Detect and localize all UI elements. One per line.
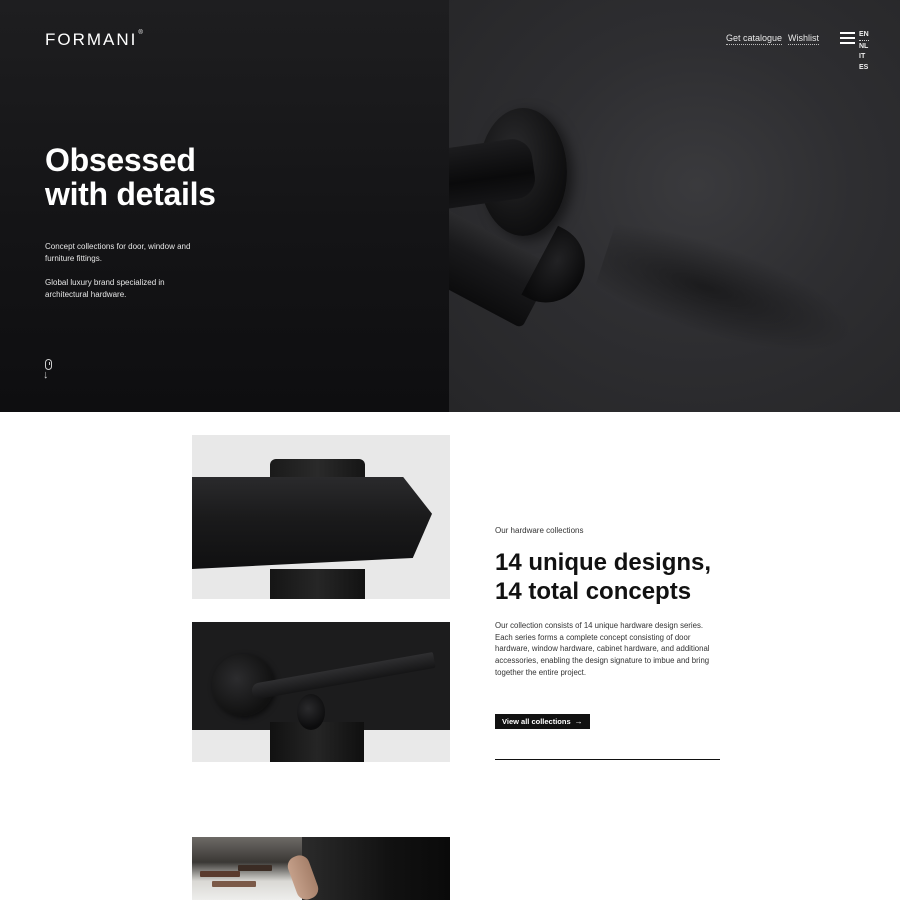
lang-nl[interactable]: NL	[859, 42, 869, 52]
section-title-line1: 14 unique designs,	[495, 549, 712, 576]
lang-it[interactable]: IT	[859, 52, 869, 62]
hero-section: FORMANI® Get catalogue Wishlist EN NL IT…	[0, 0, 900, 412]
arrow-right-icon: →	[574, 717, 583, 726]
language-switcher: EN NL IT ES	[859, 30, 869, 72]
hero-image-door-handle	[449, 0, 900, 412]
hero-title: Obsessed with details	[45, 143, 445, 211]
lang-en[interactable]: EN	[859, 30, 869, 41]
section-eyebrow: Our hardware collections	[495, 526, 584, 535]
collection-image-1[interactable]	[192, 435, 450, 599]
brand-logo[interactable]: FORMANI®	[45, 30, 143, 50]
section-title: 14 unique designs, 14 total concepts	[495, 548, 755, 606]
collection-image-3[interactable]	[192, 837, 450, 900]
get-catalogue-link[interactable]: Get catalogue	[726, 33, 783, 45]
wishlist-link[interactable]: Wishlist	[788, 33, 820, 45]
arrow-down-icon[interactable]: ↓	[43, 370, 49, 381]
section-title-line2: 14 total concepts	[495, 578, 692, 605]
collection-image-2[interactable]	[192, 622, 450, 762]
top-links: Get catalogue Wishlist	[726, 33, 820, 45]
logo-text: FORMANI	[45, 30, 138, 49]
registered-mark: ®	[138, 30, 143, 36]
hero-title-line2: with details	[45, 176, 216, 212]
hero-title-line1: Obsessed	[45, 142, 196, 178]
hero-paragraph-1: Concept collections for door, window and…	[45, 242, 191, 263]
view-all-collections-button[interactable]: View all collections →	[495, 714, 590, 729]
cta-label: View all collections	[502, 717, 571, 726]
hamburger-menu-icon[interactable]	[840, 32, 855, 44]
lang-es[interactable]: ES	[859, 63, 869, 73]
handle-shadow	[591, 212, 867, 378]
hero-paragraph-2: Global luxury brand specialized in archi…	[45, 278, 165, 299]
section-divider	[495, 759, 720, 760]
section-body: Our collection consists of 14 unique har…	[495, 621, 710, 677]
